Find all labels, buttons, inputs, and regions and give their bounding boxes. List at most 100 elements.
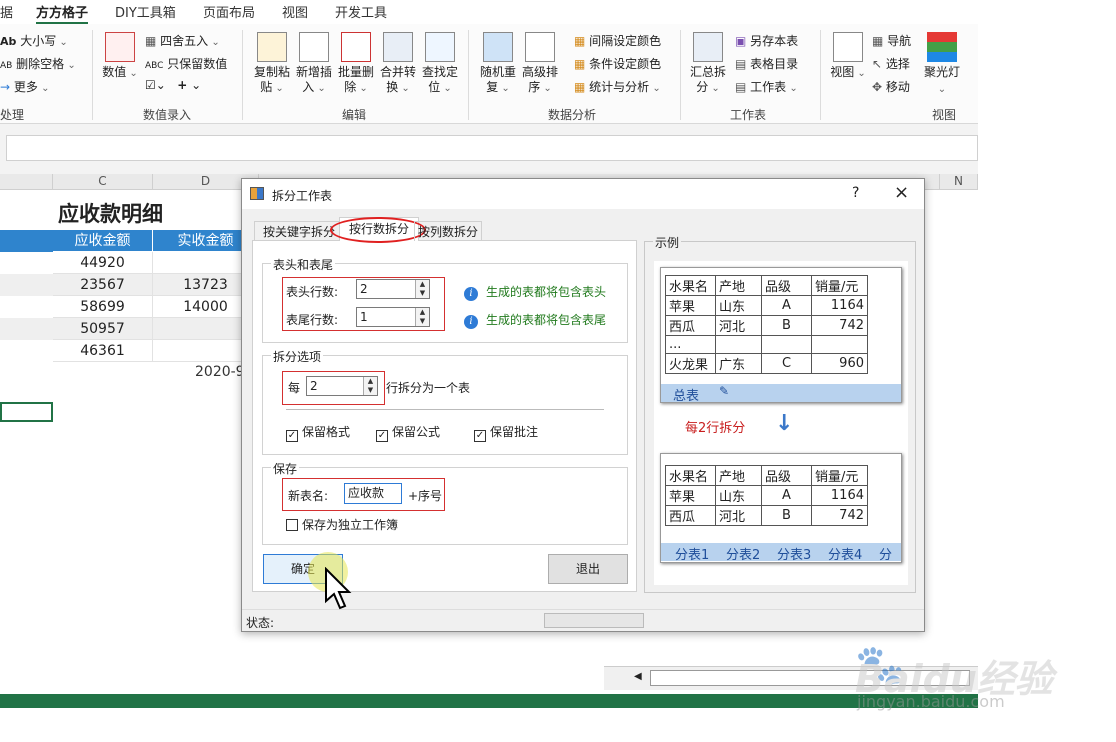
input-extra-buttons[interactable]: ☑⌄ + ⌄: [145, 78, 201, 92]
header-footer-legend: 表头和表尾: [271, 256, 336, 273]
example-cell: 苹果: [665, 295, 716, 316]
tab-column-split[interactable]: 按列数拆分: [414, 221, 482, 241]
group-label-analysis: 数据分析: [548, 108, 597, 122]
find-icon: [425, 32, 455, 62]
result-tab: 分表4: [828, 548, 863, 561]
new-name-label: 新表名:: [288, 489, 329, 503]
header-rows-spinner[interactable]: 2 ▲ ▼: [356, 279, 430, 299]
group-label-sheet: 工作表: [730, 108, 767, 122]
table-cell[interactable]: 46361: [53, 340, 153, 362]
info-icon: i: [464, 315, 478, 329]
example-header-cell: 水果名: [665, 465, 716, 486]
example-cell: 山东: [715, 295, 762, 316]
keep-comment-checkbox[interactable]: ✓ 保留批注: [474, 423, 538, 442]
example-cell: 西瓜: [665, 505, 716, 526]
table-cell[interactable]: 50957: [53, 318, 153, 340]
separator: [820, 30, 821, 120]
tab-view[interactable]: 视图: [282, 2, 308, 21]
table-cell[interactable]: 23567: [53, 274, 153, 296]
save-sheet-button[interactable]: ▣ 另存本表: [735, 32, 798, 49]
view-icon: [833, 32, 863, 62]
table-cell[interactable]: 58699: [53, 296, 153, 318]
sheet-directory-button[interactable]: ▤ 表格目录: [735, 55, 798, 72]
more-button[interactable]: → 更多: [0, 78, 49, 95]
group-label-edit: 编辑: [342, 108, 367, 122]
tab-fangfang[interactable]: 方方格子: [36, 2, 89, 25]
advanced-sort-button[interactable]: 高级排序: [518, 32, 562, 96]
copy-paste-button[interactable]: 复制粘贴: [250, 32, 294, 96]
status-bar: [0, 694, 978, 708]
example-cell: 742: [811, 315, 868, 336]
tab-page-layout[interactable]: 页面布局: [203, 2, 255, 21]
example-cell: 广东: [715, 353, 762, 374]
example-cell: A: [761, 485, 812, 506]
round-button[interactable]: ▦ 四舍五入: [145, 32, 220, 49]
statistics-button[interactable]: ▦ 统计与分析: [574, 78, 661, 95]
help-button[interactable]: ?: [852, 185, 859, 201]
clipboard-icon: [257, 32, 287, 62]
formula-input[interactable]: [6, 135, 978, 161]
scroll-left-icon[interactable]: ◀: [634, 671, 642, 682]
example-cell: [761, 335, 812, 354]
selected-cell[interactable]: [0, 402, 53, 422]
tab-diy[interactable]: DIY工具箱: [115, 2, 176, 21]
ribbon: Ab 大小写 AB 删除空格 → 更多 处理 数值 ▦ 四舍五入 ABC 只保留…: [0, 24, 978, 124]
number-button[interactable]: 数值: [98, 32, 142, 81]
separator: [242, 30, 243, 120]
tab-developer[interactable]: 开发工具: [335, 2, 387, 21]
insert-icon: [299, 32, 329, 62]
interval-color-button[interactable]: ▦ 间隔设定颜色: [574, 32, 661, 49]
example-header-cell: 产地: [715, 465, 762, 486]
footer-rows-spinner[interactable]: 1 ▲ ▼: [356, 307, 430, 327]
close-button[interactable]: ×: [894, 182, 909, 203]
example-cell: [715, 335, 762, 354]
spinner-arrows-icon[interactable]: ▲ ▼: [363, 377, 377, 395]
move-button[interactable]: ✥ 移动: [872, 78, 910, 95]
spinner-arrows-icon[interactable]: ▲ ▼: [415, 308, 429, 326]
separator: [92, 30, 93, 120]
case-button[interactable]: Ab 大小写: [0, 32, 68, 49]
find-locate-button[interactable]: 查找定位: [418, 32, 462, 96]
example-cell: ...: [665, 335, 716, 354]
spotlight-button[interactable]: 聚光灯: [920, 32, 964, 97]
column-header-n[interactable]: N: [940, 174, 978, 190]
view-button[interactable]: 视图: [826, 32, 870, 81]
footer-rows-label: 表尾行数:: [286, 313, 339, 327]
header-rows-label: 表头行数:: [286, 285, 339, 299]
spotlight-icon: [927, 32, 957, 62]
example-header-cell: 销量/元: [811, 465, 868, 486]
app-icon: [250, 187, 264, 200]
new-name-input[interactable]: 应收款: [344, 483, 402, 504]
tab-data[interactable]: 据: [0, 2, 13, 21]
insert-button[interactable]: 新增插入: [292, 32, 336, 96]
header-info: i 生成的表都将包含表头: [464, 283, 606, 301]
keep-format-checkbox[interactable]: ✓ 保留格式: [286, 423, 350, 442]
table-cell[interactable]: 44920: [53, 252, 153, 274]
navigation-button[interactable]: ▦ 导航: [872, 32, 911, 49]
select-button[interactable]: ↖ 选择: [872, 55, 910, 72]
keep-number-button[interactable]: ABC 只保留数值: [145, 55, 227, 72]
summary-split-button[interactable]: 汇总拆分: [686, 32, 730, 96]
condition-color-button[interactable]: ▦ 条件设定颜色: [574, 55, 661, 72]
rows-per-sheet-spinner[interactable]: 2 ▲ ▼: [306, 376, 378, 396]
delete-icon: [341, 32, 371, 62]
separator: [468, 30, 469, 120]
exit-button[interactable]: 退出: [548, 554, 628, 584]
spinner-arrows-icon[interactable]: ▲ ▼: [415, 280, 429, 298]
header-receivable[interactable]: 应收金额: [53, 230, 153, 252]
sheet-title: 应收款明细: [58, 201, 163, 226]
status-label: 状态:: [246, 616, 275, 630]
save-legend: 保存: [271, 460, 300, 477]
independent-workbook-checkbox[interactable]: 保存为独立工作簿: [286, 516, 398, 533]
batch-delete-button[interactable]: 批量删除: [334, 32, 378, 96]
worksheet-button[interactable]: ▤ 工作表: [735, 78, 798, 95]
merge-convert-button[interactable]: 合并转换: [376, 32, 420, 96]
random-repeat-button[interactable]: 随机重复: [476, 32, 520, 96]
keep-formula-checkbox[interactable]: ✓ 保留公式: [376, 423, 440, 442]
remove-space-button[interactable]: AB 删除空格: [0, 55, 76, 72]
column-header-c[interactable]: C: [53, 174, 153, 190]
dialog-titlebar: 拆分工作表 ? ×: [242, 179, 924, 209]
date-cell[interactable]: 2020-9: [195, 364, 245, 380]
example-result-table: 水果名 产地 品级 销量/元 苹果 山东 A 1164 西瓜 河北 B 742: [665, 465, 868, 526]
column-header[interactable]: [0, 174, 53, 190]
